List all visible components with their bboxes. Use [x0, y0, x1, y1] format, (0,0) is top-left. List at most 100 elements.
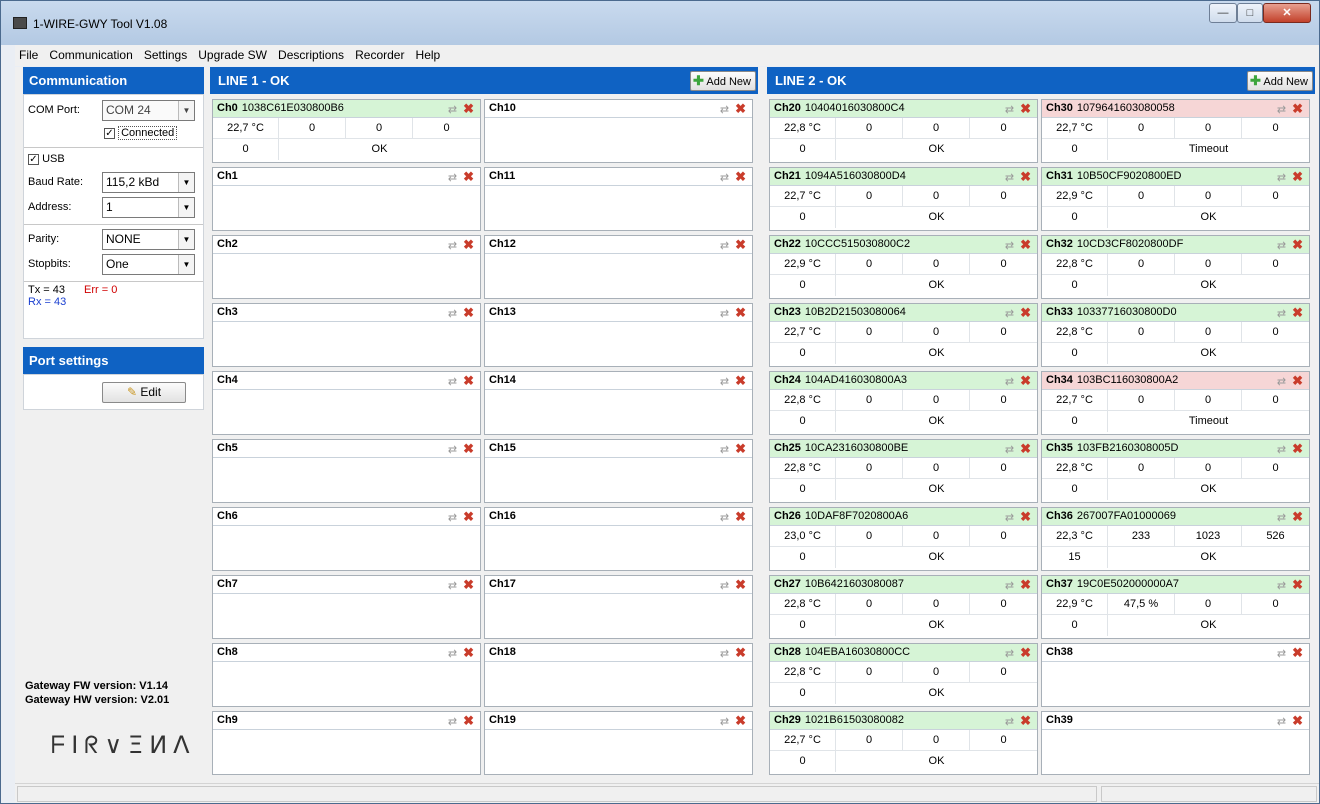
stopbits-select[interactable]: One ▼ [102, 254, 195, 275]
swap-arrows-icon[interactable]: ⇄ [1277, 580, 1286, 592]
delete-x-icon[interactable]: ✖ [735, 101, 746, 116]
menu-settings[interactable]: Settings [140, 45, 191, 65]
channel-tile[interactable]: Ch8 ⇄ ✖ [212, 643, 481, 707]
swap-arrows-icon[interactable]: ⇄ [448, 512, 457, 524]
delete-x-icon[interactable]: ✖ [735, 373, 746, 388]
line-2-add-new-button[interactable]: ✚ Add New [1247, 71, 1313, 91]
connected-checkbox[interactable]: ✓ Connected [104, 126, 178, 140]
channel-tile[interactable]: Ch29 1021B61503080082 ⇄ ✖ 22,7 °C 0 0 0 0 OK [769, 711, 1038, 775]
maximize-button[interactable]: □ [1237, 3, 1263, 23]
delete-x-icon[interactable]: ✖ [1020, 441, 1031, 456]
channel-tile[interactable]: Ch32 10CD3CF8020800DF ⇄ ✖ 22,8 °C 0 0 0 0 OK [1041, 235, 1310, 299]
delete-x-icon[interactable]: ✖ [463, 169, 474, 184]
delete-x-icon[interactable]: ✖ [735, 441, 746, 456]
delete-x-icon[interactable]: ✖ [1292, 713, 1303, 728]
channel-tile[interactable]: Ch10 ⇄ ✖ [484, 99, 753, 163]
address-select[interactable]: 1 ▼ [102, 197, 195, 218]
channel-tile[interactable]: Ch9 ⇄ ✖ [212, 711, 481, 775]
com-port-select[interactable]: COM 24 ▼ [102, 100, 195, 121]
channel-tile[interactable]: Ch18 ⇄ ✖ [484, 643, 753, 707]
delete-x-icon[interactable]: ✖ [1292, 101, 1303, 116]
delete-x-icon[interactable]: ✖ [1020, 305, 1031, 320]
channel-tile[interactable]: Ch24 104AD416030800A3 ⇄ ✖ 22,8 °C 0 0 0 0 OK [769, 371, 1038, 435]
edit-button[interactable]: ✎ Edit [102, 382, 186, 403]
delete-x-icon[interactable]: ✖ [1020, 509, 1031, 524]
swap-arrows-icon[interactable]: ⇄ [448, 580, 457, 592]
delete-x-icon[interactable]: ✖ [1292, 169, 1303, 184]
delete-x-icon[interactable]: ✖ [1292, 237, 1303, 252]
menu-recorder[interactable]: Recorder [351, 45, 408, 65]
swap-arrows-icon[interactable]: ⇄ [448, 444, 457, 456]
channel-tile[interactable]: Ch30 1079641603080058 ⇄ ✖ 22,7 °C 0 0 0 0 Timeout [1041, 99, 1310, 163]
delete-x-icon[interactable]: ✖ [463, 373, 474, 388]
usb-checkbox[interactable]: ✓ USB [28, 153, 65, 165]
channel-tile[interactable]: Ch19 ⇄ ✖ [484, 711, 753, 775]
swap-arrows-icon[interactable]: ⇄ [720, 172, 729, 184]
channel-tile[interactable]: Ch39 ⇄ ✖ [1041, 711, 1310, 775]
channel-tile[interactable]: Ch28 104EBA16030800CC ⇄ ✖ 22,8 °C 0 0 0 0 OK [769, 643, 1038, 707]
swap-arrows-icon[interactable]: ⇄ [1005, 376, 1014, 388]
menu-descriptions[interactable]: Descriptions [274, 45, 348, 65]
channel-tile[interactable]: Ch36 267007FA01000069 ⇄ ✖ 22,3 °C 233 1023 526 1… [1041, 507, 1310, 571]
baud-rate-select[interactable]: 115,2 kBd ▼ [102, 172, 195, 193]
swap-arrows-icon[interactable]: ⇄ [720, 716, 729, 728]
delete-x-icon[interactable]: ✖ [1020, 237, 1031, 252]
delete-x-icon[interactable]: ✖ [1020, 645, 1031, 660]
swap-arrows-icon[interactable]: ⇄ [1277, 172, 1286, 184]
swap-arrows-icon[interactable]: ⇄ [1005, 240, 1014, 252]
delete-x-icon[interactable]: ✖ [1292, 373, 1303, 388]
parity-select[interactable]: NONE ▼ [102, 229, 195, 250]
delete-x-icon[interactable]: ✖ [1292, 509, 1303, 524]
swap-arrows-icon[interactable]: ⇄ [720, 308, 729, 320]
delete-x-icon[interactable]: ✖ [735, 645, 746, 660]
swap-arrows-icon[interactable]: ⇄ [1277, 376, 1286, 388]
swap-arrows-icon[interactable]: ⇄ [720, 444, 729, 456]
channel-tile[interactable]: Ch6 ⇄ ✖ [212, 507, 481, 571]
swap-arrows-icon[interactable]: ⇄ [1277, 512, 1286, 524]
channel-tile[interactable]: Ch35 103FB2160308005D ⇄ ✖ 22,8 °C 0 0 0 0 OK [1041, 439, 1310, 503]
line-1-add-new-button[interactable]: ✚ Add New [690, 71, 756, 91]
swap-arrows-icon[interactable]: ⇄ [720, 376, 729, 388]
delete-x-icon[interactable]: ✖ [1020, 169, 1031, 184]
channel-tile[interactable]: Ch4 ⇄ ✖ [212, 371, 481, 435]
channel-tile[interactable]: Ch25 10CA2316030800BE ⇄ ✖ 22,8 °C 0 0 0 0 OK [769, 439, 1038, 503]
delete-x-icon[interactable]: ✖ [463, 577, 474, 592]
swap-arrows-icon[interactable]: ⇄ [720, 240, 729, 252]
swap-arrows-icon[interactable]: ⇄ [1277, 240, 1286, 252]
channel-tile[interactable]: Ch14 ⇄ ✖ [484, 371, 753, 435]
swap-arrows-icon[interactable]: ⇄ [720, 648, 729, 660]
channel-tile[interactable]: Ch34 103BC116030800A2 ⇄ ✖ 22,7 °C 0 0 0 0 Timeout [1041, 371, 1310, 435]
delete-x-icon[interactable]: ✖ [735, 577, 746, 592]
delete-x-icon[interactable]: ✖ [463, 237, 474, 252]
swap-arrows-icon[interactable]: ⇄ [1005, 104, 1014, 116]
minimize-button[interactable]: — [1209, 3, 1237, 23]
menu-communication[interactable]: Communication [45, 45, 136, 65]
channel-tile[interactable]: Ch2 ⇄ ✖ [212, 235, 481, 299]
channel-tile[interactable]: Ch12 ⇄ ✖ [484, 235, 753, 299]
channel-tile[interactable]: Ch38 ⇄ ✖ [1041, 643, 1310, 707]
delete-x-icon[interactable]: ✖ [463, 305, 474, 320]
swap-arrows-icon[interactable]: ⇄ [1005, 580, 1014, 592]
swap-arrows-icon[interactable]: ⇄ [1277, 444, 1286, 456]
channel-tile[interactable]: Ch27 10B6421603080087 ⇄ ✖ 22,8 °C 0 0 0 0 OK [769, 575, 1038, 639]
channel-tile[interactable]: Ch37 19C0E502000000A7 ⇄ ✖ 22,9 °C 47,5 % 0 0 0 OK [1041, 575, 1310, 639]
swap-arrows-icon[interactable]: ⇄ [1005, 716, 1014, 728]
close-button[interactable]: ✕ [1263, 3, 1311, 23]
swap-arrows-icon[interactable]: ⇄ [1277, 716, 1286, 728]
swap-arrows-icon[interactable]: ⇄ [448, 716, 457, 728]
delete-x-icon[interactable]: ✖ [735, 237, 746, 252]
swap-arrows-icon[interactable]: ⇄ [1277, 308, 1286, 320]
channel-tile[interactable]: Ch11 ⇄ ✖ [484, 167, 753, 231]
delete-x-icon[interactable]: ✖ [1020, 577, 1031, 592]
channel-tile[interactable]: Ch7 ⇄ ✖ [212, 575, 481, 639]
swap-arrows-icon[interactable]: ⇄ [1005, 648, 1014, 660]
delete-x-icon[interactable]: ✖ [1020, 373, 1031, 388]
delete-x-icon[interactable]: ✖ [463, 645, 474, 660]
channel-tile[interactable]: Ch22 10CCC515030800C2 ⇄ ✖ 22,9 °C 0 0 0 0 OK [769, 235, 1038, 299]
delete-x-icon[interactable]: ✖ [1292, 645, 1303, 660]
menu-help[interactable]: Help [412, 45, 445, 65]
channel-tile[interactable]: Ch0 1038C61E030800B6 ⇄ ✖ 22,7 °C 0 0 0 0 OK [212, 99, 481, 163]
swap-arrows-icon[interactable]: ⇄ [720, 104, 729, 116]
channel-tile[interactable]: Ch5 ⇄ ✖ [212, 439, 481, 503]
swap-arrows-icon[interactable]: ⇄ [448, 648, 457, 660]
